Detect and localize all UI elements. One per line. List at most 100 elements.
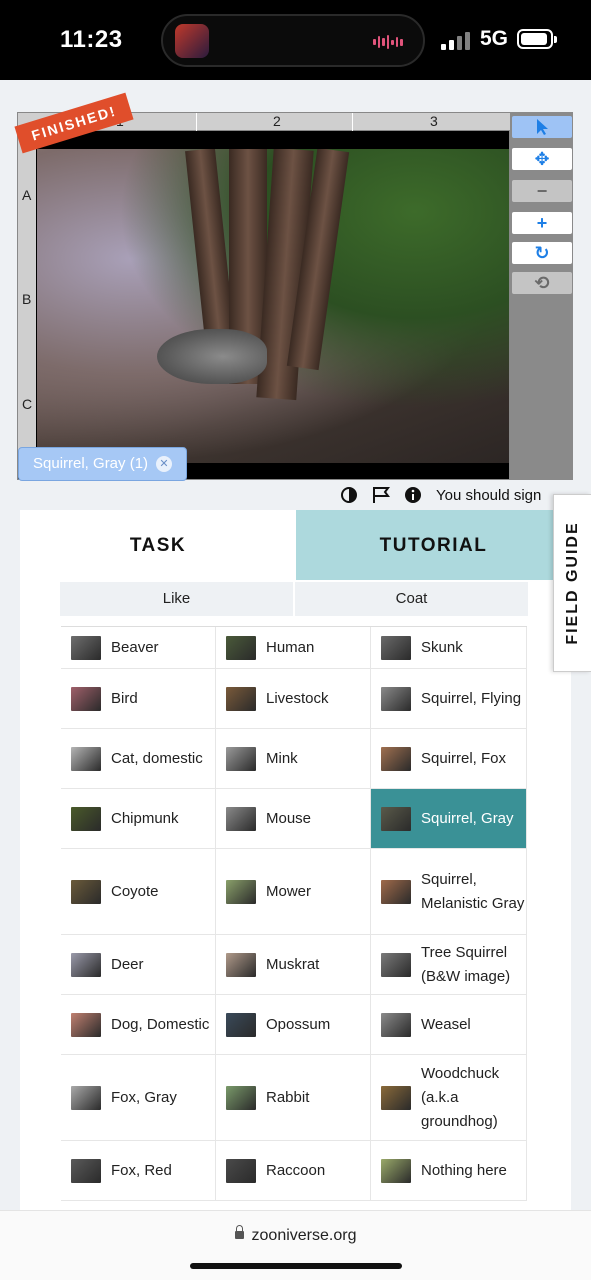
species-thumbnail — [71, 806, 101, 831]
rotate-icon[interactable]: ↻ — [512, 242, 572, 264]
species-option[interactable]: Fox, Gray — [61, 1055, 216, 1141]
annotation-tag[interactable]: Squirrel, Gray (1) ✕ — [18, 447, 188, 481]
species-option[interactable]: Coyote — [61, 849, 216, 935]
field-guide-label: FIELD GUIDE — [563, 521, 581, 645]
species-option[interactable]: Mouse — [216, 789, 371, 849]
species-label: Nothing here — [421, 1161, 507, 1179]
species-option[interactable]: Fox, Red — [61, 1141, 216, 1201]
grid-row-label: A — [22, 187, 32, 203]
species-label: Squirrel, Melanistic Gray — [421, 870, 525, 912]
species-option[interactable]: Tree Squirrel (B&W image) — [371, 935, 527, 995]
flag-icon[interactable] — [372, 486, 390, 504]
grid-row-label: B — [22, 291, 32, 307]
species-option[interactable]: Opossum — [216, 995, 371, 1055]
species-option[interactable]: Beaver — [61, 627, 216, 669]
species-thumbnail — [71, 635, 101, 660]
species-option[interactable]: Dog, Domestic — [61, 995, 216, 1055]
reset-icon[interactable]: ⟲ — [512, 272, 572, 294]
species-option[interactable]: Squirrel, Fox — [371, 729, 527, 789]
species-option[interactable]: Squirrel, Melanistic Gray — [371, 849, 527, 935]
grid-row-label: C — [22, 396, 33, 412]
species-thumbnail — [381, 686, 411, 711]
subject-meta-bar: You should sign — [340, 482, 541, 508]
zoom-in-icon[interactable]: + — [512, 212, 572, 234]
species-label: Mink — [266, 749, 298, 767]
sign-in-prompt[interactable]: You should sign — [436, 487, 541, 504]
species-option[interactable]: Mower — [216, 849, 371, 935]
home-indicator[interactable] — [190, 1263, 402, 1269]
grid-row-ruler: A B C — [18, 131, 36, 451]
species-filters: Like Coat — [60, 582, 528, 616]
species-option[interactable]: Squirrel, Gray — [371, 789, 527, 849]
species-option[interactable]: Chipmunk — [61, 789, 216, 849]
squirrel-in-image — [157, 329, 267, 384]
species-thumbnail — [226, 1085, 256, 1110]
species-thumbnail — [226, 635, 256, 660]
task-tabs: TASK TUTORIAL — [20, 510, 571, 580]
filter-like-button[interactable]: Like — [60, 582, 293, 616]
species-grid: Beaver Human Skunk Bird Livestock Squirrel, F… — [61, 626, 527, 1201]
species-option[interactable]: Human — [216, 627, 371, 669]
species-thumbnail — [381, 952, 411, 977]
species-thumbnail — [71, 879, 101, 904]
species-label: Rabbit — [266, 1088, 310, 1106]
move-icon[interactable]: ✥ — [512, 148, 572, 170]
species-thumbnail — [226, 1158, 256, 1183]
species-label: Weasel — [421, 1015, 471, 1033]
subject-viewer[interactable]: 1 2 3 A B C FINISHED! Squirrel, Gray (1)… — [14, 92, 511, 481]
species-option[interactable]: Mink — [216, 729, 371, 789]
species-option[interactable]: Woodchuck (a.k.a groundhog) — [371, 1055, 527, 1141]
species-thumbnail — [381, 746, 411, 771]
species-thumbnail — [381, 1158, 411, 1183]
field-guide-button[interactable]: FIELD GUIDE — [553, 494, 591, 672]
species-option[interactable]: Deer — [61, 935, 216, 995]
species-option[interactable]: Nothing here — [371, 1141, 527, 1201]
species-thumbnail — [71, 746, 101, 771]
species-label: Cat, domestic — [111, 749, 203, 767]
species-option[interactable]: Rabbit — [216, 1055, 371, 1141]
species-thumbnail — [226, 952, 256, 977]
pointer-icon[interactable] — [512, 116, 572, 138]
species-label: Muskrat — [266, 955, 320, 973]
status-bar: 11:23 5G — [0, 0, 591, 80]
species-option[interactable]: Bird — [61, 669, 216, 729]
lock-icon — [234, 1224, 244, 1239]
invert-icon[interactable] — [340, 486, 358, 504]
camera-trap-image[interactable] — [37, 149, 509, 463]
species-option[interactable]: Weasel — [371, 995, 527, 1055]
remove-annotation-icon[interactable]: ✕ — [156, 456, 173, 472]
audio-wave-icon — [373, 34, 404, 50]
filter-coat-button[interactable]: Coat — [295, 582, 528, 616]
network-label: 5G — [480, 27, 509, 50]
zoom-out-icon[interactable]: − — [512, 180, 572, 202]
tab-tutorial[interactable]: TUTORIAL — [296, 510, 571, 580]
species-label: Woodchuck (a.k.a groundhog) — [421, 1064, 500, 1130]
url-text: zooniverse.org — [251, 1227, 357, 1244]
species-option[interactable]: Cat, domestic — [61, 729, 216, 789]
classify-page: 1 2 3 A B C FINISHED! Squirrel, Gray (1)… — [0, 80, 591, 1210]
species-option[interactable]: Raccoon — [216, 1141, 371, 1201]
finished-badge: FINISHED! — [14, 92, 134, 154]
dynamic-island[interactable] — [161, 14, 425, 67]
browser-address-bar[interactable]: zooniverse.org — [0, 1210, 591, 1280]
species-option[interactable]: Muskrat — [216, 935, 371, 995]
tab-task[interactable]: TASK — [20, 510, 296, 580]
species-label: Mower — [266, 882, 312, 900]
species-label: Fox, Gray — [111, 1088, 177, 1106]
species-thumbnail — [381, 1085, 411, 1110]
species-option[interactable]: Skunk — [371, 627, 527, 669]
viewer-toolbar: ✥ − + ↻ ⟲ — [510, 112, 573, 480]
species-option[interactable]: Livestock — [216, 669, 371, 729]
species-thumbnail — [226, 1012, 256, 1037]
species-option[interactable]: Squirrel, Flying — [371, 669, 527, 729]
species-label: Bird — [111, 689, 138, 707]
species-label: Raccoon — [266, 1161, 326, 1179]
species-thumbnail — [71, 1085, 101, 1110]
species-label: Coyote — [111, 882, 159, 900]
species-thumbnail — [381, 1012, 411, 1037]
info-icon[interactable] — [404, 486, 422, 504]
species-thumbnail — [71, 686, 101, 711]
grid-column-label: 2 — [273, 113, 281, 129]
species-label: Squirrel, Flying — [421, 689, 522, 707]
url-display[interactable]: zooniverse.org — [0, 1224, 591, 1245]
